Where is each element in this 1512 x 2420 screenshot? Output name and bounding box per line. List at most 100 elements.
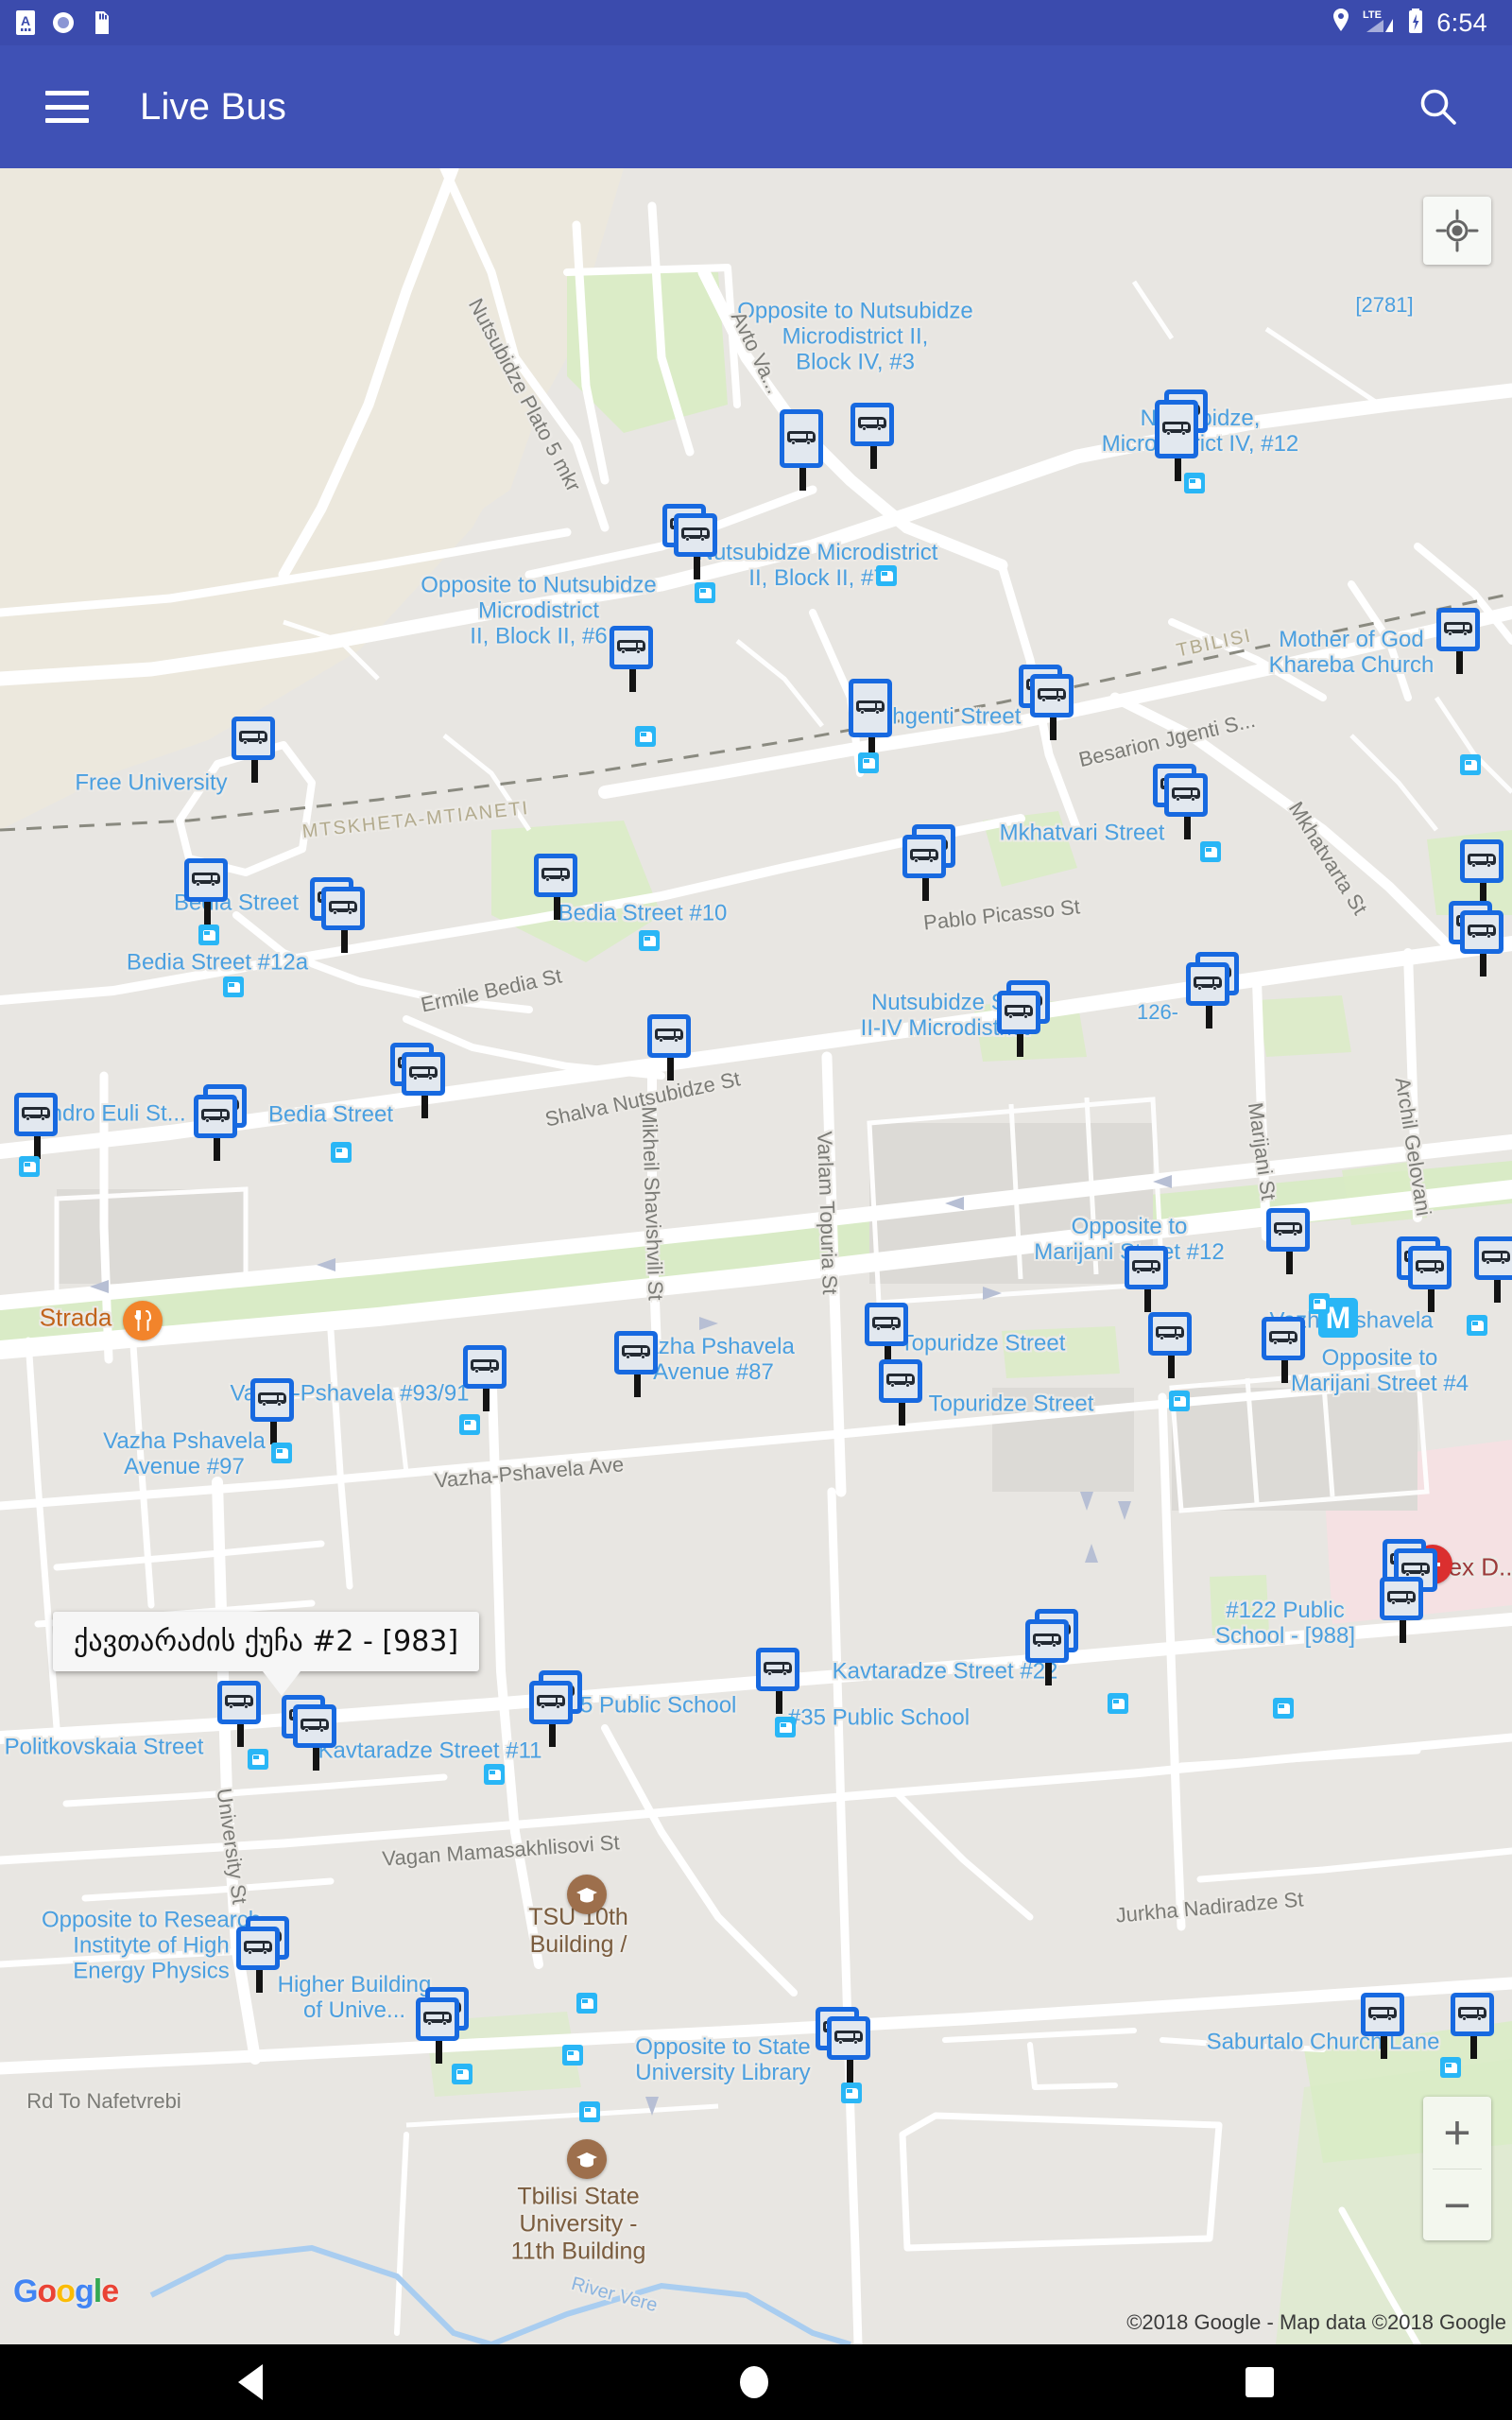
bus-stop-marker[interactable] [1361,1993,1404,2059]
bus-stop-sign[interactable] [184,858,228,902]
bus-chip-icon[interactable] [1460,754,1481,775]
bus-stop-sign[interactable] [194,1095,237,1138]
recents-square-icon[interactable] [1245,2367,1274,2397]
back-triangle-icon[interactable] [238,2364,264,2400]
bus-stop-marker[interactable] [816,2007,870,2083]
bus-stop-sign[interactable] [250,1378,294,1422]
bus-stop-marker[interactable] [997,980,1050,1057]
bus-stop-marker[interactable] [610,626,653,692]
bus-stop-marker[interactable] [1436,608,1480,674]
bus-stop-marker[interactable] [1397,1236,1452,1312]
bus-chip-icon[interactable] [452,2064,472,2084]
bus-chip-icon[interactable] [1169,1391,1190,1411]
bus-stop-marker[interactable] [1148,1312,1192,1378]
bus-chip-icon[interactable] [876,565,897,586]
bus-stop-sign[interactable] [1155,400,1198,458]
bus-stop-sign[interactable] [463,1345,507,1389]
bus-chip-icon[interactable] [484,1764,505,1785]
bus-chip-icon[interactable] [1467,1315,1487,1336]
bus-stop-marker[interactable] [1125,1246,1168,1312]
bus-stop-sign[interactable] [827,2016,870,2060]
bus-chip-icon[interactable] [19,1156,40,1177]
bus-chip-icon[interactable] [1184,473,1205,493]
bus-stop-sign[interactable] [236,1927,280,1970]
bus-stop-marker[interactable] [850,403,894,469]
bus-stop-marker[interactable] [250,1378,294,1444]
bus-stop-sign[interactable] [1451,1993,1494,2036]
bus-stop-sign[interactable] [529,1681,573,1724]
bus-chip-icon[interactable] [1200,841,1221,862]
bus-stop-marker[interactable] [1155,389,1208,481]
bus-stop-marker[interactable] [534,854,577,920]
bus-stop-marker[interactable] [1451,1993,1494,2059]
bus-chip-icon[interactable] [841,2083,862,2103]
bus-stop-marker[interactable] [416,1987,469,2064]
bus-stop-sign[interactable] [232,717,275,760]
bus-chip-icon[interactable] [562,2045,583,2066]
bus-chip-icon[interactable] [459,1414,480,1435]
bus-stop-sign[interactable] [217,1681,261,1724]
bus-stop-marker[interactable] [1186,952,1239,1028]
bus-stop-sign[interactable] [321,887,365,930]
home-circle-icon[interactable] [739,2366,768,2398]
bus-stop-marker[interactable] [217,1681,261,1747]
bus-stop-sign[interactable] [610,626,653,669]
bus-stop-sign[interactable] [1361,1993,1404,2036]
bus-stop-sign[interactable] [674,513,717,557]
bus-stop-sign[interactable] [614,1331,658,1374]
bus-stop-sign[interactable] [849,679,892,737]
bus-stop-marker[interactable] [780,409,823,491]
bus-stop-marker[interactable] [14,1093,58,1159]
bus-stop-marker[interactable] [184,858,228,925]
university-icon[interactable] [567,1875,607,1914]
bus-stop-marker[interactable] [1262,1317,1305,1383]
bus-chip-icon[interactable] [1309,1293,1330,1314]
bus-chip-icon[interactable] [639,930,660,951]
bus-stop-marker[interactable] [310,877,365,953]
bus-stop-sign[interactable] [997,991,1040,1034]
bus-stop-marker[interactable] [1460,839,1503,906]
bus-stop-sign[interactable] [1460,910,1503,954]
bus-chip-icon[interactable] [579,2101,600,2122]
bus-stop-sign[interactable] [1025,1619,1069,1663]
bus-chip-icon[interactable] [695,582,715,603]
bus-stop-sign[interactable] [416,1997,459,2041]
bus-stop-sign[interactable] [756,1648,799,1691]
bus-stop-sign[interactable] [293,1704,336,1748]
bus-stop-marker[interactable] [390,1043,445,1118]
bus-stop-sign[interactable] [1408,1246,1452,1289]
bus-stop-marker[interactable] [865,1303,908,1369]
bus-stop-sign[interactable] [1186,962,1229,1006]
bus-chip-icon[interactable] [1440,2057,1461,2078]
bus-stop-sign[interactable] [1148,1312,1192,1356]
bus-stop-marker[interactable] [194,1084,247,1161]
bus-stop-marker[interactable] [879,1359,922,1426]
bus-stop-marker[interactable] [614,1331,658,1397]
bus-stop-sign[interactable] [647,1014,691,1058]
bus-chip-icon[interactable] [635,726,656,747]
bus-stop-marker[interactable] [232,717,275,783]
bus-stop-sign[interactable] [850,403,894,446]
bus-chip-icon[interactable] [576,1993,597,2014]
bus-stop-marker[interactable] [902,824,955,901]
restaurant-icon[interactable] [123,1301,163,1340]
bus-stop-sign[interactable] [1460,839,1503,883]
bus-chip-icon[interactable] [331,1142,352,1163]
bus-stop-sign[interactable] [534,854,577,897]
bus-stop-marker[interactable] [1019,665,1074,740]
bus-stop-marker[interactable] [1380,1577,1423,1643]
bus-chip-icon[interactable] [858,752,879,773]
bus-stop-sign[interactable] [1380,1577,1423,1620]
bus-stop-sign[interactable] [402,1052,445,1096]
bus-chip-icon[interactable] [1108,1693,1128,1714]
bus-stop-marker[interactable] [236,1916,289,1993]
university-icon[interactable] [567,2139,607,2179]
bus-stop-marker[interactable] [756,1648,799,1714]
map-viewport[interactable]: Opposite to Nutsubidze Microdistrict II,… [0,168,1512,2344]
bus-stop-sign[interactable] [14,1093,58,1136]
bus-chip-icon[interactable] [198,925,219,945]
bus-stop-marker[interactable] [1266,1208,1310,1274]
bus-stop-marker[interactable] [1449,901,1503,977]
bus-chip-icon[interactable] [248,1749,268,1770]
bus-stop-marker[interactable] [662,504,717,579]
